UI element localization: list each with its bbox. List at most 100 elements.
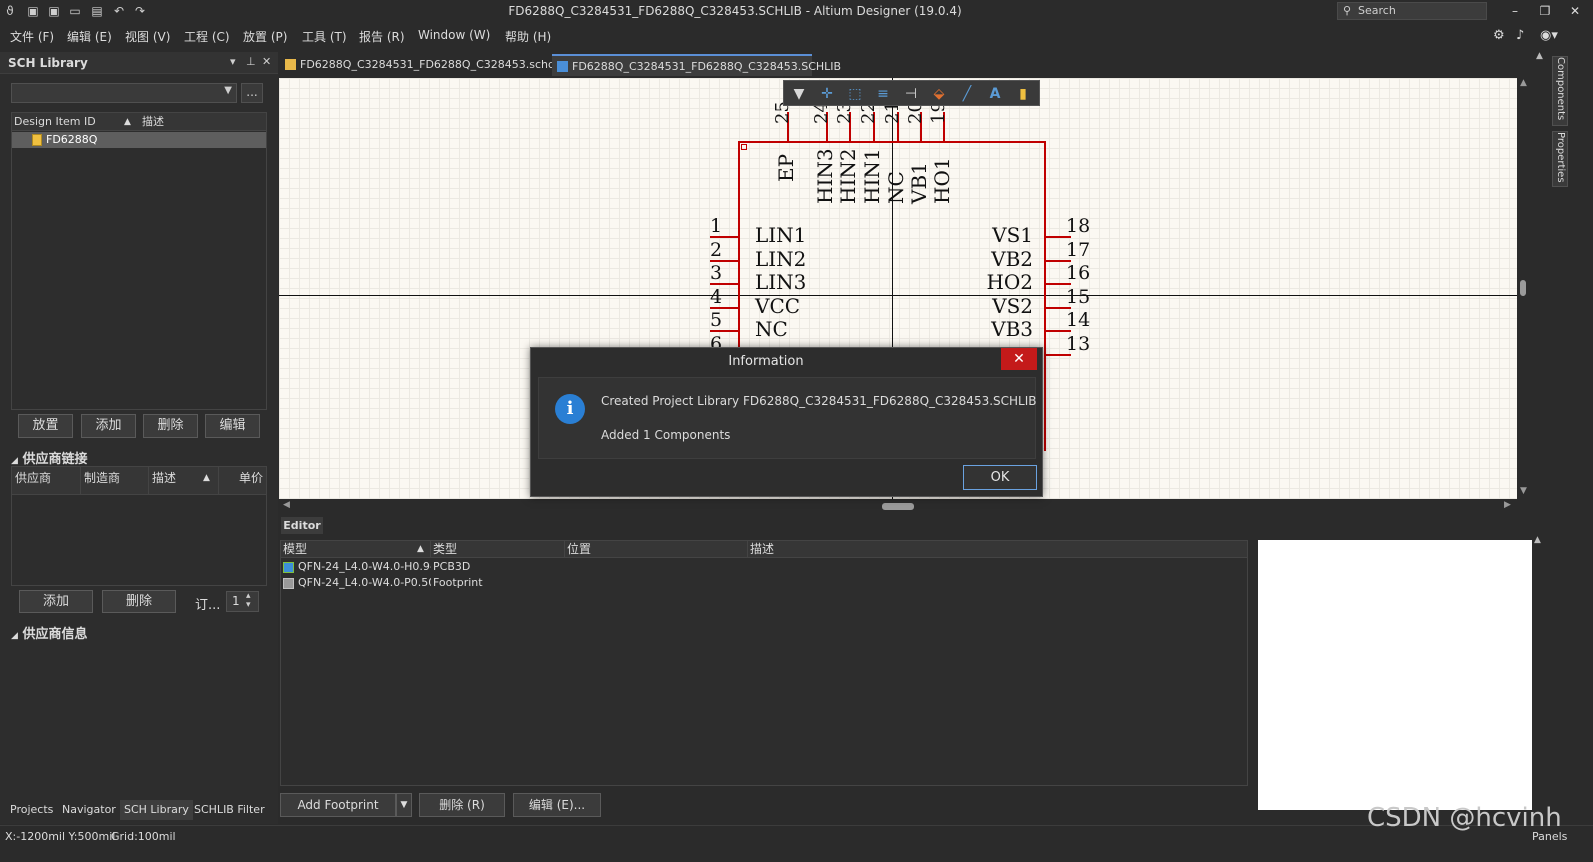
add-part-icon[interactable]: ▮ — [1014, 85, 1032, 103]
column-description[interactable]: 描述 ▲ — [149, 467, 219, 495]
scroll-thumb[interactable] — [882, 503, 914, 510]
browse-button[interactable]: ... — [241, 83, 263, 103]
menu-file[interactable]: 文件 (F) — [10, 28, 54, 45]
close-window-button[interactable]: ✕ — [1560, 2, 1590, 20]
ok-button[interactable]: OK — [963, 465, 1037, 490]
gear-icon[interactable]: ⚙ — [1493, 28, 1505, 43]
tab-projects[interactable]: Projects — [10, 800, 53, 820]
add-footprint-button[interactable]: Add Footprint — [280, 793, 396, 817]
column-manufacturer[interactable]: 制造商 — [81, 467, 149, 495]
pin-name: HO2 — [986, 270, 1033, 295]
select-rectangle-icon[interactable]: ⬚ — [846, 85, 864, 103]
list-item[interactable]: FD6288Q — [12, 132, 266, 148]
column-description[interactable]: 描述 — [748, 541, 1247, 558]
add-model-dropdown[interactable]: ▼ — [396, 793, 412, 817]
column-model[interactable]: 模型 ▲ — [281, 541, 431, 558]
column-label: 描述 — [152, 471, 177, 485]
column-supplier[interactable]: 供应商 — [12, 467, 81, 495]
place-pin-icon[interactable]: ⊣ — [902, 85, 920, 103]
tab-sch-library[interactable]: SCH Library — [120, 800, 193, 820]
horizontal-scrollbar[interactable]: ◀ ▶ — [279, 499, 1517, 513]
supplier-table: 供应商 制造商 描述 ▲ 单价 — [11, 466, 267, 586]
scroll-thumb[interactable] — [1520, 280, 1526, 296]
chevron-up-icon[interactable]: ▲ — [1520, 78, 1527, 88]
panel-menu-icon[interactable]: ▾ — [230, 55, 236, 68]
pin-number: 18 — [1066, 215, 1091, 237]
chevron-down-icon[interactable]: ▼ — [1520, 486, 1527, 496]
column-unit-price[interactable]: 单价 — [219, 467, 266, 495]
column-location[interactable]: 位置 — [565, 541, 748, 558]
delete-button[interactable]: 删除 — [143, 414, 198, 438]
menu-bar: 文件 (F) 编辑 (E) 视图 (V) 工程 (C) 放置 (P) 工具 (T… — [0, 23, 1593, 50]
add-button[interactable]: 添加 — [81, 414, 136, 438]
tab-schlib-filter[interactable]: SCHLIB Filter — [194, 800, 265, 820]
notification-bell-icon[interactable]: ♪ — [1516, 28, 1524, 43]
chevron-right-icon[interactable]: ▶ — [1504, 500, 1511, 510]
search-input[interactable]: ⚲ Search — [1337, 2, 1487, 20]
place-line-icon[interactable]: ╱ — [958, 85, 976, 103]
dialog-message-created: Created Project Library FD6288Q_C3284531… — [601, 394, 1037, 408]
menu-project[interactable]: 工程 (C) — [184, 28, 230, 45]
filter-icon[interactable]: ▼ — [790, 85, 808, 103]
menu-place[interactable]: 放置 (P) — [243, 28, 287, 45]
menu-help[interactable]: 帮助 (H) — [505, 28, 551, 45]
column-type[interactable]: 类型 — [431, 541, 565, 558]
chevron-up-icon[interactable]: ▲ — [1536, 51, 1543, 61]
library-filter-combo[interactable]: ▼ — [11, 83, 237, 103]
tab-properties[interactable]: Properties — [1552, 131, 1568, 187]
place-button[interactable]: 放置 — [18, 414, 73, 438]
ieee-symbol-icon[interactable]: ⬙ — [930, 85, 948, 103]
vertical-scrollbar[interactable]: ▲ ▼ — [1517, 78, 1531, 499]
minimize-button[interactable]: – — [1500, 2, 1530, 20]
dialog-close-button[interactable]: ✕ — [1001, 348, 1037, 370]
menu-reports[interactable]: 报告 (R) — [359, 28, 405, 45]
search-placeholder: Search — [1358, 4, 1396, 17]
dialog-message-added: Added 1 Components — [601, 428, 731, 442]
pin-name: HIN2 — [836, 148, 860, 204]
quantity-stepper[interactable]: 1 ▴ ▾ — [226, 591, 259, 612]
pin-number: 15 — [1066, 285, 1091, 308]
supplier-links-title[interactable]: ◢ 供应商链接 — [11, 448, 87, 467]
panel-header: SCH Library ▾ ⊥ ✕ — [0, 52, 278, 74]
editor-tab[interactable]: Editor — [281, 517, 323, 534]
supplier-info-title[interactable]: ◢ 供应商信息 — [11, 623, 87, 642]
place-text-icon[interactable]: A — [986, 85, 1004, 103]
tab-schdoc[interactable]: FD6288Q_C3284531_FD6288Q_C328453.schdoc … — [280, 54, 568, 93]
move-cross-icon[interactable]: ✛ — [818, 85, 836, 103]
chevron-up-icon[interactable]: ▲ — [1534, 535, 1541, 545]
table-row[interactable]: QFN-24_L4.0-W4.0-P0.50-B Footprint — [281, 575, 681, 591]
model-name: QFN-24_L4.0-W4.0-H0.9-PC — [298, 560, 431, 573]
pin-name: VB3 — [991, 317, 1033, 342]
user-account-icon[interactable]: ◉▾ — [1540, 28, 1558, 43]
table-row[interactable]: QFN-24_L4.0-W4.0-H0.9-PC PCB3D — [281, 559, 681, 575]
delete-model-button[interactable]: 删除 (R) — [419, 793, 505, 817]
button-label: Add Footprint — [297, 798, 379, 812]
pin-icon[interactable]: ⊥ — [246, 55, 256, 68]
align-icon[interactable]: ≡ — [874, 85, 892, 103]
tab-components[interactable]: Components — [1552, 56, 1568, 126]
tab-label: Components — [1555, 57, 1566, 121]
edit-button[interactable]: 编辑 — [205, 414, 260, 438]
edit-model-button[interactable]: 编辑 (E)... — [513, 793, 601, 817]
menu-view[interactable]: 视图 (V) — [125, 28, 170, 45]
menu-tools[interactable]: 工具 (T) — [302, 28, 347, 45]
spin-up-down-icon[interactable]: ▴ ▾ — [246, 592, 251, 610]
chevron-left-icon[interactable]: ◀ — [283, 500, 290, 510]
search-icon: ⚲ — [1343, 4, 1352, 17]
document-tabs: FD6288Q_C3284531_FD6288Q_C328453.schdoc … — [278, 52, 1548, 93]
sort-asc-icon: ▲ — [124, 117, 131, 127]
menu-edit[interactable]: 编辑 (E) — [67, 28, 112, 45]
section-label: 供应商链接 — [22, 452, 88, 467]
column-description[interactable]: 描述 — [139, 113, 266, 131]
restore-button[interactable]: ❐ — [1530, 2, 1560, 20]
dialog-message-area: i Created Project Library FD6288Q_C32845… — [538, 377, 1037, 459]
tab-navigator[interactable]: Navigator — [62, 800, 116, 820]
close-panel-icon[interactable]: ✕ — [262, 55, 271, 68]
supplier-delete-button[interactable]: 删除 — [102, 590, 176, 613]
tab-schlib[interactable]: FD6288Q_C3284531_FD6288Q_C328453.SCHLIB — [552, 54, 841, 76]
menu-window[interactable]: Window (W) — [418, 28, 490, 42]
dialog-title: Information — [728, 354, 804, 369]
supplier-add-button[interactable]: 添加 — [19, 590, 93, 613]
column-design-item-id[interactable]: Design Item ID ▲ — [12, 113, 139, 131]
pin-number: 4 — [710, 285, 723, 308]
